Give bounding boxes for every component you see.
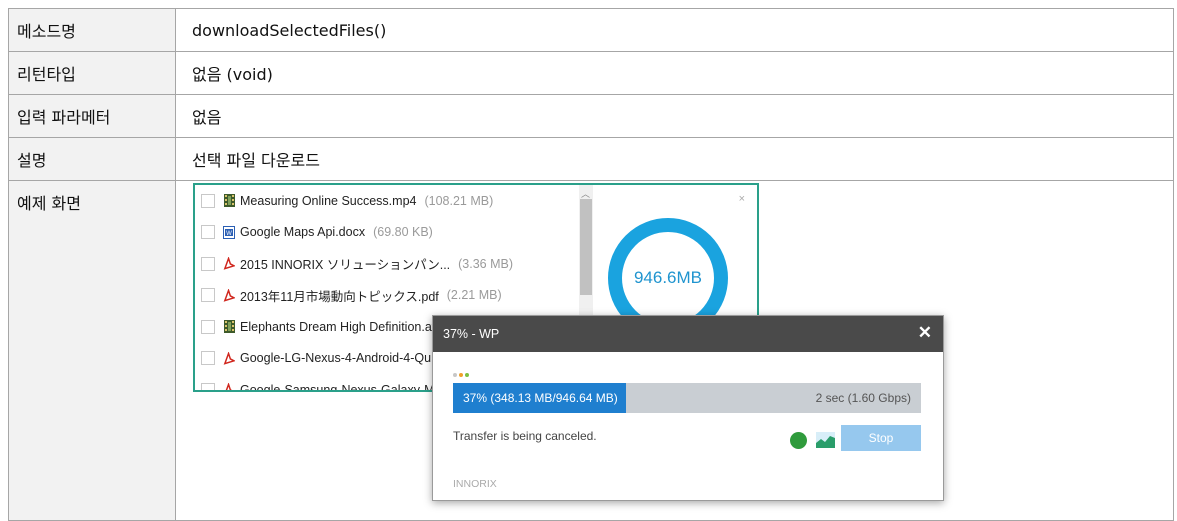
file-name: 2013年11月市場動向トピックス.pdf (240, 289, 439, 304)
file-checkbox[interactable] (201, 382, 215, 390)
status-dot (465, 373, 469, 377)
value-cell: downloadSelectedFiles() (175, 8, 1174, 52)
transfer-dialog: 37% - WP ✕ 37% (348.13 MB/946.64 MB) 2 s… (432, 315, 944, 501)
file-size: (3.36 MB) (458, 256, 514, 271)
row-method-name: 메소드명 downloadSelectedFiles() (8, 8, 1174, 52)
status-message: Transfer is being canceled. (453, 429, 597, 443)
transfer-speed: 2 sec (1.60 Gbps) (815, 391, 911, 405)
brand-label: INNORIX (453, 478, 497, 490)
graph-icon[interactable] (816, 432, 835, 448)
dialog-titlebar: 37% - WP ✕ (433, 316, 943, 352)
value-cell: 선택 파일 다운로드 (175, 137, 1174, 181)
row-return-type: 리턴타입 없음 (void) (8, 51, 1174, 95)
value-cell: 없음 (175, 94, 1174, 138)
file-checkbox[interactable] (201, 351, 215, 366)
scrollbar-thumb[interactable] (580, 199, 592, 295)
close-icon[interactable]: × (739, 193, 745, 205)
status-dot (459, 373, 463, 377)
file-checkbox[interactable] (201, 256, 215, 271)
file-row[interactable]: 2015 INNORIX ソリューションパン... (3.36 MB) (195, 248, 579, 280)
file-name: Elephants Dream High Definition.avi (240, 319, 441, 334)
close-icon[interactable]: ✕ (918, 323, 932, 343)
file-size: (108.21 MB) (424, 193, 494, 208)
progress-bar: 37% (348.13 MB/946.64 MB) 2 sec (1.60 Gb… (453, 383, 921, 413)
status-dot (453, 373, 457, 377)
row-input-params: 입력 파라메터 없음 (8, 94, 1174, 138)
file-checkbox[interactable] (201, 225, 215, 240)
pdf-icon (223, 351, 235, 365)
dialog-title: 37% - WP (443, 327, 500, 341)
file-name: Google-Samsung-Nexus-Galaxy-M (240, 382, 435, 390)
file-size: (2.21 MB) (446, 288, 502, 303)
file-name: Google-LG-Nexus-4-Android-4-Qu (240, 351, 432, 366)
key-cell: 설명 (8, 137, 176, 181)
key-cell: 리턴타입 (8, 51, 176, 95)
file-size: (69.80 KB) (373, 225, 433, 240)
pdf-icon (223, 383, 235, 390)
file-name: 2015 INNORIX ソリューションパン... (240, 258, 451, 273)
stop-button[interactable]: Stop (841, 425, 921, 451)
file-row[interactable]: Measuring Online Success.mp4 (108.21 MB) (195, 185, 579, 217)
file-checkbox[interactable] (201, 319, 215, 334)
svg-text:W: W (226, 231, 232, 237)
progress-text: 37% (348.13 MB/946.64 MB) (463, 391, 618, 405)
key-cell: 입력 파라메터 (8, 94, 176, 138)
accelerate-icon[interactable] (790, 432, 807, 449)
word-doc-icon: W (223, 225, 235, 239)
file-row[interactable]: 2013年11月市場動向トピックス.pdf (2.21 MB) (195, 280, 579, 312)
file-name: Measuring Online Success.mp4 (240, 193, 417, 208)
file-name: Google Maps Api.docx (240, 225, 366, 240)
key-cell: 예제 화면 (8, 180, 176, 521)
file-row[interactable]: W Google Maps Api.docx (69.80 KB) (195, 217, 579, 249)
video-icon (223, 194, 235, 208)
pdf-icon (223, 288, 235, 302)
file-checkbox[interactable] (201, 288, 215, 303)
file-checkbox[interactable] (201, 193, 215, 208)
video-icon (223, 320, 235, 334)
key-cell: 메소드명 (8, 8, 176, 52)
total-size-label: 946.6MB (633, 268, 703, 287)
pdf-icon (223, 257, 235, 270)
value-cell: 없음 (void) (175, 51, 1174, 95)
status-dots (453, 373, 469, 377)
row-description: 설명 선택 파일 다운로드 (8, 137, 1174, 181)
